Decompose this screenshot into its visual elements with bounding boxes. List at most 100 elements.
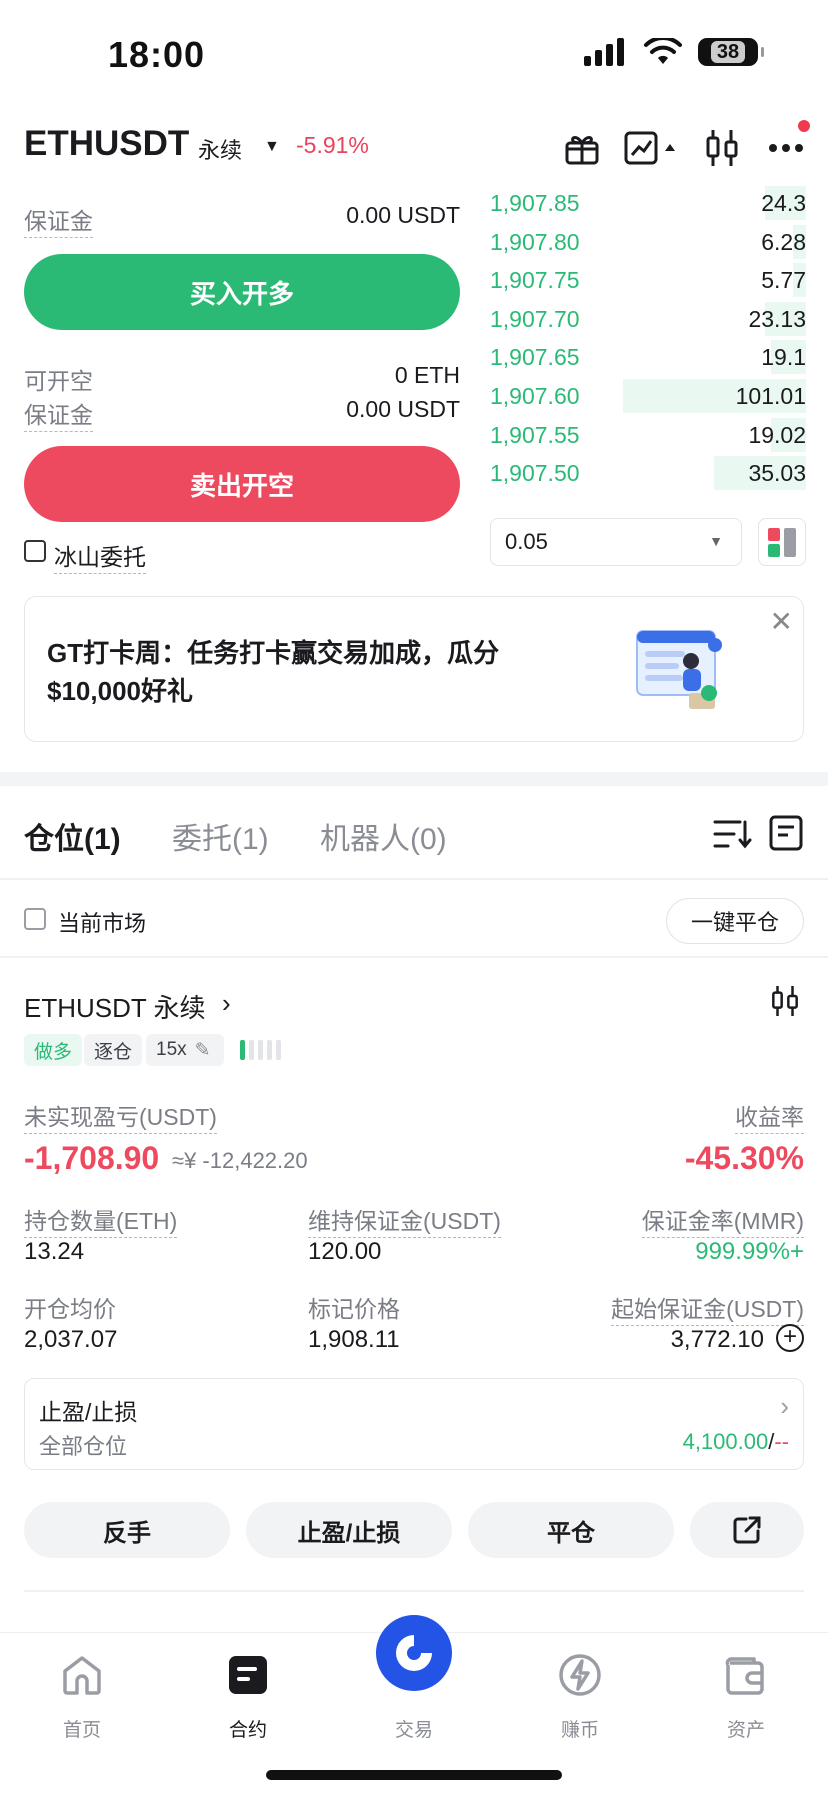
- gift-icon[interactable]: [560, 126, 604, 170]
- mmr-label: 保证金率(MMR): [641, 1202, 804, 1238]
- candlestick-icon[interactable]: [700, 126, 744, 170]
- adl-indicator: [240, 1040, 281, 1060]
- margin-label: 保证金: [24, 396, 93, 432]
- close-all-button[interactable]: 一键平仓: [666, 898, 804, 944]
- home-icon: [63, 1656, 101, 1695]
- order-book-row[interactable]: 1,907.85 24.3: [490, 184, 806, 222]
- current-market-label: 当前市场: [58, 911, 147, 936]
- position-title[interactable]: ETHUSDT 永续: [24, 988, 206, 1025]
- divider: [24, 1590, 804, 1592]
- initial-margin-label: 起始保证金(USDT): [611, 1290, 804, 1326]
- bid-qty: 24.3: [761, 190, 806, 216]
- nav-label: 合约: [228, 1720, 267, 1741]
- caret-down-icon[interactable]: ▼: [264, 138, 280, 156]
- precision-dropdown[interactable]: 0.05 ▼: [490, 518, 742, 566]
- banner-illustration-icon: [636, 630, 722, 709]
- bid-price: 1,907.65: [490, 344, 580, 371]
- tab-bots[interactable]: 机器人(0): [320, 814, 447, 858]
- order-book-row[interactable]: 1,907.50 35.03: [490, 454, 806, 492]
- mark-price-value: 1,908.11: [308, 1326, 400, 1353]
- sell-short-button[interactable]: 卖出开空: [24, 446, 460, 522]
- buy-long-button[interactable]: 买入开多: [24, 254, 460, 330]
- mark-price-label: 标记价格: [308, 1296, 400, 1322]
- maint-margin-label: 维持保证金(USDT): [308, 1202, 501, 1238]
- battery-icon: 38: [698, 38, 764, 66]
- price-change: -5.91%: [296, 132, 369, 158]
- bid-price: 1,907.85: [490, 190, 580, 216]
- tpsl-card[interactable]: 止盈/止损 全部仓位 › 4,100.00/--: [24, 1378, 804, 1470]
- tab-positions[interactable]: 仓位(1): [24, 814, 121, 858]
- pair-title[interactable]: ETHUSDT: [24, 124, 189, 164]
- status-time: 18:00: [108, 34, 206, 75]
- chevron-right-icon: ›: [780, 1391, 789, 1421]
- current-market-checkbox[interactable]: [24, 908, 46, 930]
- unrealized-pnl-label: 未实现盈亏(USDT): [24, 1098, 217, 1134]
- reverse-button[interactable]: 反手: [24, 1502, 230, 1558]
- sort-icon[interactable]: [712, 816, 752, 857]
- side-badge: 做多: [24, 1034, 83, 1066]
- initial-margin-value: 3,772.10: [670, 1326, 764, 1353]
- order-book-row[interactable]: 1,907.65 19.1: [490, 338, 806, 376]
- futures-icon: [229, 1656, 267, 1694]
- iceberg-checkbox[interactable]: [24, 540, 46, 562]
- status-icons: 38: [584, 38, 764, 66]
- margin-value: 0.00 USDT: [346, 396, 460, 422]
- bid-qty: 19.1: [761, 344, 806, 371]
- order-book-row[interactable]: 1,907.55 19.02: [490, 416, 806, 454]
- contract-type[interactable]: 永续: [198, 133, 242, 165]
- bid-qty: 23.13: [748, 305, 806, 332]
- bid-price: 1,907.75: [490, 267, 580, 294]
- leverage-badge[interactable]: 15x ✎: [146, 1034, 224, 1066]
- margin-mode-badge: 逐仓: [84, 1034, 143, 1066]
- chart-icon[interactable]: [622, 126, 682, 170]
- mmr-value: 999.99%+: [695, 1238, 804, 1265]
- roi-label: 收益率: [735, 1098, 804, 1134]
- section-divider: [0, 772, 828, 786]
- sl-value: --: [774, 1429, 789, 1454]
- tpsl-button[interactable]: 止盈/止损: [246, 1502, 452, 1558]
- order-book-row[interactable]: 1,907.70 23.13: [490, 300, 806, 338]
- banner-line-1: GT打卡周：任务打卡赢交易加成，瓜分: [47, 638, 500, 668]
- bid-price: 1,907.80: [490, 228, 580, 255]
- book-layout-icon: [768, 528, 796, 557]
- unrealized-pnl-cny: ≈¥ -12,422.20: [172, 1148, 308, 1173]
- wifi-icon: [644, 38, 682, 64]
- more-icon[interactable]: [764, 126, 808, 170]
- earn-icon: [559, 1654, 601, 1696]
- add-margin-icon[interactable]: +: [776, 1324, 804, 1352]
- promo-banner[interactable]: GT打卡周：任务打卡赢交易加成，瓜分 $10,000好礼 ✕: [24, 596, 804, 742]
- nav-label: 资产: [726, 1720, 765, 1741]
- order-book-row[interactable]: 1,907.75 5.77: [490, 261, 806, 299]
- caret-down-icon: ▼: [709, 533, 723, 549]
- qty-value: 13.24: [24, 1238, 85, 1265]
- open-short-label: 可开空: [24, 368, 93, 394]
- order-book-row[interactable]: 1,907.80 6.28: [490, 223, 806, 261]
- banner-line-2: $10,000好礼: [47, 676, 193, 706]
- precision-value: 0.05: [505, 529, 548, 554]
- bid-qty: 19.02: [748, 421, 806, 448]
- share-icon: [733, 1516, 761, 1544]
- bid-qty: 6.28: [761, 228, 806, 255]
- tpsl-title: 止盈/止损: [39, 1399, 138, 1425]
- close-icon[interactable]: ✕: [770, 605, 793, 638]
- bid-price: 1,907.70: [490, 305, 580, 332]
- history-icon[interactable]: [768, 814, 804, 857]
- share-button[interactable]: [690, 1502, 804, 1558]
- chevron-right-icon[interactable]: ›: [222, 988, 231, 1019]
- nav-label: 赚币: [560, 1720, 599, 1741]
- open-short-value: 0 ETH: [394, 362, 460, 388]
- divider: [0, 878, 828, 880]
- order-book-row[interactable]: 1,907.60 101.01: [490, 377, 806, 415]
- edit-icon: ✎: [194, 1039, 211, 1061]
- candlestick-icon[interactable]: [770, 984, 800, 1023]
- bid-price: 1,907.55: [490, 421, 580, 448]
- book-layout-button[interactable]: [758, 518, 806, 566]
- tab-orders[interactable]: 委托(1): [172, 814, 269, 858]
- trade-icon: [376, 1615, 452, 1691]
- bid-qty: 5.77: [761, 267, 806, 294]
- bid-qty: 101.01: [735, 383, 806, 409]
- roi-value: -45.30%: [684, 1140, 804, 1176]
- qty-label: 持仓数量(ETH): [24, 1202, 178, 1238]
- close-position-button[interactable]: 平仓: [468, 1502, 674, 1558]
- unrealized-pnl-value: -1,708.90: [24, 1140, 160, 1176]
